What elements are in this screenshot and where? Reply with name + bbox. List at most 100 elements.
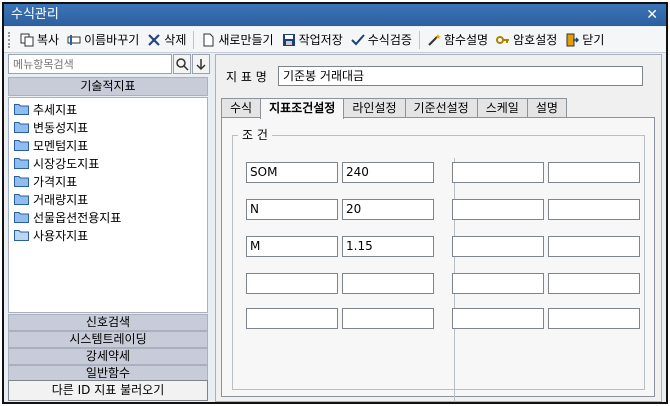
folder-icon	[14, 103, 29, 115]
condition-name-field[interactable]: SOM	[246, 162, 338, 183]
tree-item[interactable]: 변동성지표	[9, 118, 207, 136]
condition-name-field[interactable]	[452, 162, 544, 183]
tree-item[interactable]: 가격지표	[9, 172, 207, 190]
tree-item[interactable]: 추세지표	[9, 100, 207, 118]
magic-wand-icon	[427, 33, 441, 47]
category-button-2[interactable]: 강세약세	[8, 348, 208, 365]
delete-button[interactable]: 삭제	[143, 29, 190, 51]
toolbar-grip	[8, 31, 12, 48]
tree-item-label: 사용자지표	[33, 228, 89, 243]
arrow-down-icon	[194, 57, 208, 71]
copy-icon	[20, 33, 34, 47]
tab-5[interactable]: 설명	[526, 98, 567, 118]
search-button[interactable]	[173, 54, 191, 74]
condition-value-field[interactable]: 20	[342, 199, 434, 220]
tree-item-label: 모멘텀지표	[33, 138, 89, 153]
menu-search-input[interactable]	[8, 54, 172, 74]
delete-button-label: 삭제	[164, 33, 187, 47]
condition-value-field[interactable]	[548, 308, 640, 329]
tree-item-label: 변동성지표	[33, 120, 89, 135]
tree-item[interactable]: 시장강도지표	[9, 154, 207, 172]
condition-value-field[interactable]: 1.15	[342, 236, 434, 257]
password-button-label: 암호설정	[513, 33, 558, 47]
condition-name-field[interactable]: N	[246, 199, 338, 220]
verify-formula-button[interactable]: 수식검증	[347, 29, 416, 51]
condition-value-field[interactable]	[548, 273, 640, 294]
folder-icon	[14, 121, 29, 133]
tab-3[interactable]: 기준선설정	[404, 98, 478, 118]
tab-1[interactable]: 지표조건설정	[260, 98, 345, 119]
category-signal-search[interactable]: 신호검색	[8, 314, 208, 331]
tree-item[interactable]: 선물옵션전용지표	[9, 208, 207, 226]
function-help-button-label: 함수설명	[443, 33, 489, 47]
condition-name-field[interactable]	[452, 273, 544, 294]
condition-value-field[interactable]	[548, 199, 640, 220]
condition-name-field[interactable]	[452, 236, 544, 257]
left-panel: 기술적지표 추세지표변동성지표모멘텀지표시장강도지표가격지표거래량지표선물옵션전…	[8, 54, 210, 402]
search-row	[8, 54, 210, 74]
close-button[interactable]: 닫기	[561, 29, 608, 51]
folder-icon	[14, 193, 29, 205]
new-button[interactable]: 새로만들기	[197, 29, 277, 51]
tree-item-label: 선물옵션전용지표	[33, 210, 122, 225]
tab-0[interactable]: 수식	[221, 98, 262, 118]
folder-icon	[14, 175, 29, 187]
next-result-button[interactable]	[192, 54, 210, 74]
condition-value-field[interactable]	[548, 236, 640, 257]
indicator-name-field[interactable]: 기준봉 거래대금	[278, 66, 643, 86]
tab-4[interactable]: 스케일	[476, 98, 528, 118]
toolbar-separator	[418, 30, 420, 49]
tree-item[interactable]: 모멘텀지표	[9, 136, 207, 154]
search-icon	[175, 57, 189, 71]
tree-item-label: 시장강도지표	[33, 156, 100, 171]
condition-name-field[interactable]	[246, 273, 338, 294]
tree-item-label: 거래량지표	[33, 192, 89, 207]
password-button[interactable]: 암호설정	[492, 29, 561, 51]
load-other-id-button[interactable]: 다른 ID 지표 불러오기	[8, 380, 208, 401]
condition-name-field[interactable]: M	[246, 236, 338, 257]
check-icon	[351, 33, 365, 47]
condition-name-field[interactable]	[452, 308, 544, 329]
folder-icon	[14, 211, 29, 223]
condition-name-field[interactable]	[246, 308, 338, 329]
key-icon	[496, 33, 510, 47]
tab-bar: 수식 지표조건설정 라인설정 기준선설정 스케일 설명	[221, 98, 567, 119]
delete-icon	[147, 33, 161, 47]
condition-value-field[interactable]	[548, 162, 640, 183]
verify-formula-button-label: 수식검증	[367, 33, 412, 47]
condition-group-label: 조 건	[238, 126, 272, 143]
formula-manager-window: 수식관리 ✕ 복사 이름바꾸기 삭제 새로만들기 작업저장 수식검증 함수설명 …	[2, 2, 668, 404]
rename-button[interactable]: 이름바꾸기	[63, 29, 143, 51]
tree-item[interactable]: 사용자지표	[9, 226, 207, 244]
title-bar: 수식관리 ✕	[4, 4, 666, 26]
save-work-button-label: 작업저장	[298, 33, 343, 47]
category-technical-indicators[interactable]: 기술적지표	[8, 77, 208, 96]
copy-button-label: 복사	[37, 33, 60, 47]
close-icon[interactable]: ✕	[646, 4, 658, 26]
rename-icon	[67, 33, 81, 47]
indicator-tree: 추세지표변동성지표모멘텀지표시장강도지표 가격지표거래량지표선물옵션전용지표사용자…	[8, 97, 208, 313]
new-button-label: 새로만들기	[218, 33, 274, 47]
condition-value-field[interactable]	[342, 308, 434, 329]
close-button-label: 닫기	[582, 33, 605, 47]
tree-item[interactable]: 거래량지표	[9, 190, 207, 208]
copy-button[interactable]: 복사	[16, 29, 63, 51]
exit-icon	[565, 33, 580, 47]
condition-value-field[interactable]: 240	[342, 162, 434, 183]
toolbar: 복사 이름바꾸기 삭제 새로만들기 작업저장 수식검증 함수설명 암호설정 닫기	[4, 27, 666, 53]
tab-content: 조 건 SOM 240 N 20 M 1.15	[221, 117, 655, 402]
condition-name-field[interactable]	[452, 199, 544, 220]
folder-icon	[14, 139, 29, 151]
right-panel: 지 표 명 기준봉 거래대금 수식 지표조건설정 라인설정 기준선설정 스케일 설명 조 …	[215, 54, 662, 402]
new-doc-icon	[201, 33, 215, 47]
tab-2[interactable]: 라인설정	[343, 98, 406, 118]
save-work-button[interactable]: 작업저장	[278, 29, 347, 51]
indicator-name-label: 지 표 명	[226, 70, 267, 84]
toolbar-separator	[193, 30, 195, 49]
tree-item-label: 추세지표	[33, 102, 78, 117]
folder-icon	[14, 229, 29, 241]
category-button-1[interactable]: 시스템트레이딩	[8, 331, 208, 348]
save-icon	[282, 33, 296, 47]
function-help-button[interactable]: 함수설명	[423, 29, 492, 51]
condition-value-field[interactable]	[342, 273, 434, 294]
